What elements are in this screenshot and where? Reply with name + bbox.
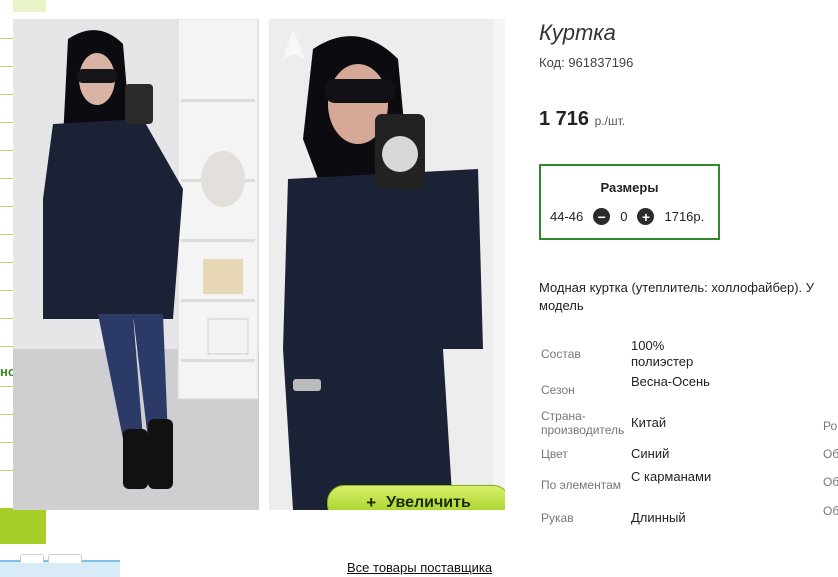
attribute-right-partial: Об <box>823 504 838 518</box>
sidebar-edge <box>0 0 13 520</box>
attribute-value: Синий <box>631 446 670 461</box>
price-unit: р./шт. <box>594 114 626 128</box>
attribute-key: По элементам <box>541 478 622 492</box>
sizes-title: Размеры <box>600 180 659 195</box>
supplier-products-link[interactable]: Все товары поставщика <box>347 560 492 575</box>
product-description: Модная куртка (утеплитель: холлофайбер).… <box>539 279 838 315</box>
attribute-key: Сезон <box>541 383 575 397</box>
attribute-key: Страна-производитель <box>541 409 625 437</box>
bottom-tab-bar[interactable] <box>0 554 120 577</box>
zoom-button-label: Увеличить <box>386 494 471 510</box>
bottom-tab[interactable] <box>20 554 44 563</box>
attribute-right-partial: Об <box>823 475 838 489</box>
sizes-panel: Размеры 44-46 − 0 + 1716р. <box>539 164 720 240</box>
attribute-key: Состав <box>541 347 581 361</box>
size-label: 44-46 <box>550 209 584 224</box>
increase-quantity-button[interactable]: + <box>637 208 655 225</box>
attribute-value: Весна-Осень <box>631 374 710 389</box>
attribute-value: Китай <box>631 415 667 430</box>
product-image <box>13 19 505 510</box>
attribute-value: Длинный <box>631 510 686 525</box>
attribute-right-partial: Об <box>823 447 838 461</box>
quantity-value[interactable]: 0 <box>620 209 627 224</box>
zoom-button[interactable]: + Увеличить <box>327 485 505 510</box>
product-photo[interactable]: + Увеличить <box>13 19 505 510</box>
price-value: 1 716 <box>539 108 590 130</box>
plus-icon: + <box>366 493 377 510</box>
description-line: модель <box>539 298 584 313</box>
attribute-key: Рукав <box>541 511 574 525</box>
size-price: 1716р. <box>664 209 705 224</box>
sidebar-green-block <box>0 508 46 544</box>
product-price: 1 716 р./шт. <box>539 108 625 131</box>
product-title: Куртка <box>539 20 616 45</box>
bottom-tab[interactable] <box>48 554 82 563</box>
product-code: Код: 961837196 <box>539 55 634 70</box>
size-row: 44-46 − 0 + 1716р. <box>550 208 704 225</box>
description-line: Модная куртка (утеплитель: холлофайбер).… <box>539 280 815 295</box>
decrease-quantity-button[interactable]: − <box>593 208 611 225</box>
attribute-value: С карманами <box>631 469 712 484</box>
attribute-key: Цвет <box>541 447 568 461</box>
attribute-value: 100% полиэстер <box>631 338 694 369</box>
attribute-right-partial: Ро <box>823 419 838 433</box>
